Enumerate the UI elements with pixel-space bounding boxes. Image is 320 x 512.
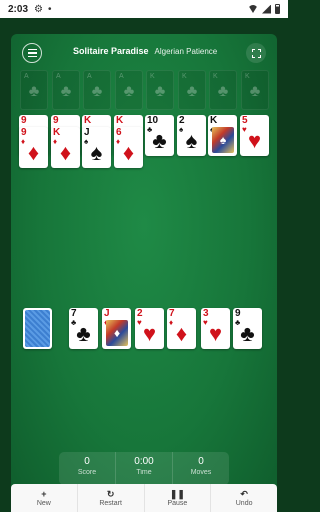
signal-icon <box>262 4 271 14</box>
moves-stat: 0 Moves <box>173 452 229 485</box>
bottom-action-bar: + New ↻ Restart ❚❚ Pause ↶ Undo <box>11 484 277 512</box>
tableau-card[interactable]: 10 ♣ ♣ <box>145 115 174 156</box>
card-suit-large: ♣ <box>152 128 167 153</box>
card-suit-large: ♠ <box>185 128 198 153</box>
club-icon: ♣ <box>249 83 261 100</box>
tableau-card[interactable]: 6 ♦ ♦ <box>114 127 143 168</box>
tableau-card[interactable]: K♠♠ <box>208 115 237 156</box>
card-suit-large: ♦ <box>122 140 135 165</box>
foundation-rank: A <box>24 73 29 80</box>
reserve-card[interactable]: 7 ♣ ♣ <box>69 308 98 349</box>
face-card-art: ♦ <box>106 320 128 346</box>
time-stat: 0:00 Time <box>116 452 173 485</box>
card-back <box>25 310 50 347</box>
fullscreen-icon <box>251 48 261 58</box>
tableau-card[interactable]: 2 ♠ ♠ <box>177 115 206 156</box>
undo-icon: ↶ <box>240 488 248 499</box>
fullscreen-button[interactable] <box>246 43 266 63</box>
title-block: Solitaire Paradise Algerian Patience <box>73 46 217 56</box>
app-title: Solitaire Paradise <box>73 46 149 56</box>
card-suit-large: ♥ <box>247 128 262 153</box>
plus-icon: + <box>41 488 47 499</box>
restart-label: Restart <box>99 499 122 507</box>
menu-icon-line <box>27 55 37 58</box>
undo-button[interactable]: ↶ Undo <box>211 484 277 512</box>
foundation-rank: K <box>182 73 187 80</box>
card-suit-large: ♥ <box>208 321 223 346</box>
new-label: New <box>36 499 51 507</box>
settings-icon: ⚙ <box>34 3 43 15</box>
foundation-rank: A <box>56 73 61 80</box>
score-label: Score <box>77 469 97 476</box>
club-icon: ♣ <box>186 83 198 100</box>
restart-icon: ↻ <box>106 488 115 499</box>
face-card-suit: ♠ <box>219 133 227 147</box>
score-stat: 0 Score <box>59 452 116 485</box>
menu-button[interactable] <box>22 43 42 63</box>
tableau-card[interactable]: 9 ♦ ♦ <box>19 127 48 168</box>
menu-icon-line <box>27 48 37 51</box>
club-icon: ♣ <box>28 83 40 100</box>
card-suit-large: ♠ <box>90 140 103 165</box>
club-icon: ♣ <box>60 83 72 100</box>
stock-pile[interactable] <box>23 308 52 349</box>
new-game-button[interactable]: + New <box>11 484 78 512</box>
card-suit-large: ♦ <box>175 321 188 346</box>
time-label: Time <box>136 469 152 476</box>
time-value: 0:00 <box>134 456 154 467</box>
foundation-rank: K <box>213 73 218 80</box>
face-card-art: ♠ <box>212 127 234 153</box>
undo-label: Undo <box>235 499 253 507</box>
pause-button[interactable]: ❚❚ Pause <box>145 484 212 512</box>
tableau-card[interactable]: K ♦ ♦ <box>51 127 80 168</box>
foundation-slot[interactable]: A ♣ <box>115 70 143 110</box>
foundation-slot[interactable]: K ♣ <box>209 70 237 110</box>
status-right-icons <box>248 4 280 14</box>
reserve-card[interactable]: 2 ♥ ♥ <box>135 308 164 349</box>
battery-icon <box>275 4 280 14</box>
foundation-rank: K <box>245 73 250 80</box>
notification-dot-icon: • <box>47 3 52 15</box>
club-icon: ♣ <box>217 83 229 100</box>
menu-icon-line <box>27 52 37 54</box>
card-suit-large: ♦ <box>27 140 40 165</box>
reserve-card[interactable]: 3 ♥ ♥ <box>201 308 230 349</box>
moves-label: Moves <box>190 469 212 476</box>
face-card-suit: ♦ <box>113 326 121 340</box>
card-suit-large: ♣ <box>240 321 255 346</box>
tableau-card[interactable]: 5 ♥ ♥ <box>240 115 269 156</box>
foundation-slot[interactable]: K ♣ <box>241 70 269 110</box>
wifi-icon <box>248 5 258 13</box>
foundation-slot[interactable]: K ♣ <box>178 70 206 110</box>
tableau-card[interactable]: J ♠ ♠ <box>82 127 111 168</box>
reserve-card[interactable]: J♦♦ <box>102 308 131 349</box>
club-icon: ♣ <box>123 83 135 100</box>
status-bar: 2:03 ⚙ • <box>0 0 288 18</box>
pause-label: Pause <box>167 499 188 507</box>
status-time: 2:03 <box>8 3 29 15</box>
restart-button[interactable]: ↻ Restart <box>78 484 145 512</box>
club-icon: ♣ <box>91 83 103 100</box>
club-icon: ♣ <box>154 83 166 100</box>
foundation-slot[interactable]: A ♣ <box>52 70 80 110</box>
pause-icon: ❚❚ <box>169 488 185 499</box>
foundation-slot[interactable]: A ♣ <box>20 70 48 110</box>
score-value: 0 <box>84 456 90 467</box>
card-suit-large: ♦ <box>59 140 72 165</box>
moves-value: 0 <box>198 456 204 467</box>
card-suit-large: ♥ <box>142 321 157 346</box>
foundation-slot[interactable]: K ♣ <box>146 70 174 110</box>
game-table: Solitaire Paradise Algerian Patience A ♣ A… <box>11 34 277 512</box>
stats-panel: 0 Score 0:00 Time 0 Moves <box>59 452 229 485</box>
foundation-rank: K <box>150 73 155 80</box>
reserve-card[interactable]: 9 ♣ ♣ <box>233 308 262 349</box>
reserve-card[interactable]: 7 ♦ ♦ <box>167 308 196 349</box>
foundation-rank: A <box>119 73 124 80</box>
foundation-rank: A <box>87 73 92 80</box>
foundation-slot[interactable]: A ♣ <box>83 70 111 110</box>
card-suit-large: ♣ <box>76 321 91 346</box>
game-variant-title: Algerian Patience <box>154 47 218 56</box>
game-header: Solitaire Paradise Algerian Patience <box>11 34 277 70</box>
